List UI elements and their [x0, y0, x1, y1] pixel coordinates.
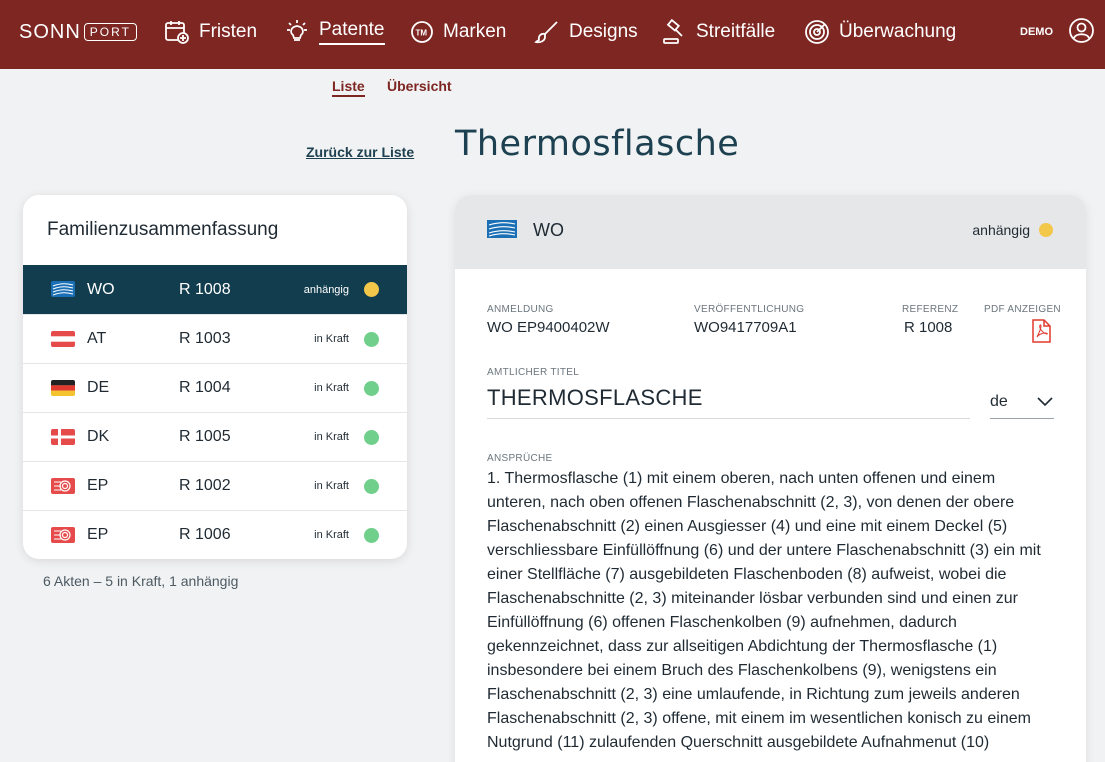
nav-item-patente[interactable]: Patente — [284, 16, 385, 48]
user-menu-button[interactable] — [1068, 17, 1095, 49]
family-row-wo[interactable]: WO R 1008 anhängig — [23, 265, 407, 314]
family-row-country: DE — [87, 379, 110, 396]
reference-label: REFERENZ — [902, 304, 959, 315]
status-dot — [364, 331, 379, 347]
family-row-status: in Kraft — [314, 480, 349, 492]
family-summary-title: Familienzusammenfassung — [47, 219, 279, 240]
family-row-status: in Kraft — [314, 431, 349, 443]
calendar-icon — [165, 21, 189, 44]
official-title: THERMOSFLASCHE — [487, 385, 970, 419]
nav-item-fristen[interactable]: Fristen — [164, 16, 257, 48]
ep-flag-icon — [51, 527, 75, 543]
family-row-reference: R 1008 — [179, 280, 231, 298]
status-dot — [364, 282, 379, 297]
family-row-reference: R 1002 — [179, 477, 231, 494]
detail-header: WO anhängig — [455, 195, 1086, 269]
nav-label-designs: Designs — [569, 21, 638, 42]
family-summary-text: 6 Akten – 5 in Kraft, 1 anhängig — [43, 573, 239, 589]
tab-liste[interactable]: Liste — [332, 78, 365, 97]
nav-label-marken: Marken — [443, 21, 507, 42]
austria-flag-icon — [51, 331, 75, 347]
publication-number: WO9417709A1 — [694, 319, 797, 336]
family-row-ep-2[interactable]: EP R 1006 in Kraft — [23, 510, 407, 559]
family-row-status: in Kraft — [314, 529, 349, 541]
lightbulb-icon — [287, 20, 307, 41]
application-label: ANMELDUNG — [487, 304, 554, 315]
detail-country: WO — [533, 220, 564, 240]
wo-flag-icon — [487, 220, 517, 238]
family-row-status: in Kraft — [314, 333, 349, 345]
germany-flag-icon — [51, 380, 75, 396]
language-select-value: de — [990, 393, 1008, 410]
family-row-reference: R 1003 — [179, 330, 231, 347]
patent-detail-card: WO anhängig ANMELDUNG WO EP9400402W VERÖ… — [455, 195, 1086, 762]
status-dot — [364, 478, 379, 494]
ep-flag-icon — [51, 478, 75, 494]
detail-status: anhängig — [972, 222, 1030, 238]
logo-sub-text: PORT — [83, 23, 137, 41]
status-dot — [364, 380, 379, 396]
radar-icon — [805, 20, 829, 44]
family-row-at[interactable]: AT R 1003 in Kraft — [23, 314, 407, 363]
family-row-reference: R 1005 — [179, 428, 231, 445]
nav-item-marken[interactable]: TM Marken — [410, 16, 506, 48]
official-title-label: AMTLICHER TITEL — [487, 367, 580, 378]
wo-flag-icon — [51, 281, 75, 297]
family-row-status: anhängig — [303, 283, 349, 296]
page-title: Thermosflasche — [455, 124, 740, 164]
family-summary-card: Familienzusammenfassung WO R 1008 anhäng… — [23, 195, 407, 559]
svg-text:TM: TM — [416, 29, 428, 38]
family-row-country: EP — [87, 526, 109, 543]
family-row-status: in Kraft — [314, 382, 349, 394]
gavel-icon — [663, 19, 683, 44]
user-icon — [1069, 18, 1094, 43]
family-row-reference: R 1004 — [179, 379, 231, 396]
claims-label: ANSPRÜCHE — [487, 453, 553, 464]
family-row-ep-1[interactable]: EP R 1002 in Kraft — [23, 461, 407, 510]
top-navigation-bar: SONN PORT Fristen Patente TM Marken Desi… — [0, 0, 1105, 69]
nav-item-streitfaelle[interactable]: Streitfälle — [661, 16, 775, 48]
denmark-flag-icon — [51, 429, 75, 445]
reference-value: R 1008 — [904, 319, 953, 336]
family-row-de[interactable]: DE R 1004 in Kraft — [23, 363, 407, 412]
pdf-label: PDF ANZEIGEN — [984, 304, 1061, 315]
trademark-icon: TM — [411, 21, 433, 43]
family-row-country: DK — [87, 428, 110, 445]
user-name-label: DEMO — [1020, 26, 1053, 38]
family-row-dk[interactable]: DK R 1005 in Kraft — [23, 412, 407, 461]
pdf-icon — [1032, 319, 1051, 343]
nav-label-streitfaelle: Streitfälle — [696, 21, 776, 42]
status-dot — [364, 527, 379, 543]
publication-label: VERÖFFENTLICHUNG — [694, 304, 805, 315]
claims-text: 1. Thermosflasche (1) mit einem oberen, … — [487, 470, 1041, 751]
pdf-download-button[interactable] — [1031, 319, 1051, 348]
chevron-down-icon — [1037, 397, 1053, 407]
nav-item-ueberwachung[interactable]: Überwachung — [804, 16, 956, 48]
brush-icon — [534, 21, 558, 44]
logo-main-text: SONN — [19, 20, 81, 43]
family-row-reference: R 1006 — [179, 526, 231, 543]
nav-label-patente: Patente — [319, 19, 385, 45]
nav-label-fristen: Fristen — [199, 21, 258, 42]
nav-item-designs[interactable]: Designs — [534, 16, 638, 48]
application-number: WO EP9400402W — [487, 319, 610, 336]
family-row-country: EP — [87, 477, 109, 494]
sonnport-logo[interactable]: SONN PORT — [19, 20, 137, 44]
back-to-list-link[interactable]: Zurück zur Liste — [306, 144, 414, 160]
tab-uebersicht[interactable]: Übersicht — [387, 78, 452, 94]
language-select[interactable]: de — [990, 387, 1054, 419]
status-dot — [1039, 223, 1053, 237]
status-dot — [364, 429, 379, 445]
family-row-country: WO — [87, 280, 115, 298]
family-row-country: AT — [87, 330, 107, 347]
nav-label-ueberwachung: Überwachung — [839, 21, 957, 42]
